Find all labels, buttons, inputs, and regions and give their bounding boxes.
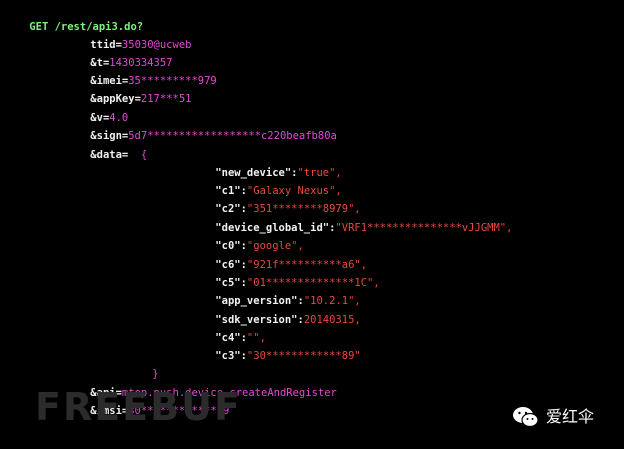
data-entry-value: "30************89" xyxy=(246,349,361,362)
data-key: &data= xyxy=(90,148,129,161)
data-entry-value: "VRF1***************vJJGMM", xyxy=(335,221,513,234)
freebuf-watermark: FREEBUF xyxy=(35,385,242,429)
data-entry-value: 20140315, xyxy=(303,313,361,326)
data-open-brace: { xyxy=(140,148,148,161)
data-param: &data= { xyxy=(65,127,147,183)
param-value: 217***51 xyxy=(140,92,192,105)
brand-name: 爱红伞 xyxy=(546,406,595,426)
wechat-brand: 爱红伞 xyxy=(512,406,594,428)
http-method: GET xyxy=(29,20,49,33)
data-entry-key: "c3" xyxy=(215,349,241,362)
param-value: 5d7******************c220beafb80a xyxy=(128,129,337,142)
wechat-icon xyxy=(513,407,539,428)
terminal-output: GET /rest/api3.do? ttid=35030@ucweb &t=1… xyxy=(0,0,624,449)
